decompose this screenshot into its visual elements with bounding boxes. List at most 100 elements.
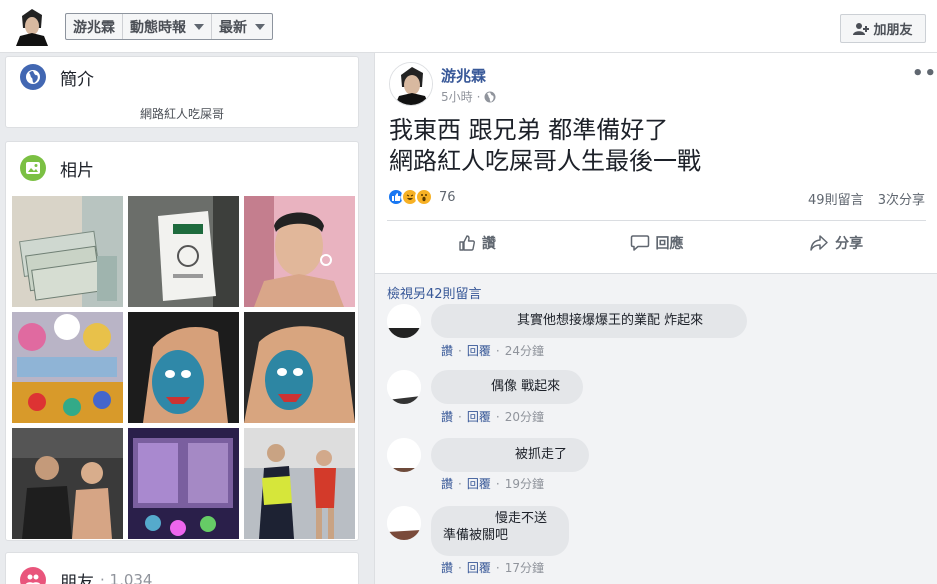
nav-latest-dropdown[interactable]: 最新: [212, 14, 272, 39]
like-button[interactable]: 讚: [387, 225, 567, 261]
post-message-line-1: 我東西 跟兄弟 都準備好了: [389, 116, 669, 144]
photo-thumbnail-two-men[interactable]: [12, 428, 123, 539]
profile-topbar: 游兆霖 動態時報 最新 加朋友: [0, 0, 937, 53]
post-meta: 5小時 ·: [441, 88, 496, 105]
post-timestamp[interactable]: 5小時: [441, 88, 473, 105]
comment-bubble: 被抓走了: [431, 438, 589, 472]
friends-card: 朋友 · 1,034: [5, 552, 359, 584]
separator: ·: [458, 561, 462, 575]
intro-card: 簡介 網路紅人吃屎哥: [5, 56, 359, 128]
post-author-name[interactable]: 游兆霖: [441, 65, 486, 86]
shares-count-link[interactable]: 3次分享: [878, 193, 925, 208]
comment-label: 回應: [655, 236, 684, 252]
timeline-post: 游兆霖 5小時 · ••• 我東西 跟兄弟 都準備好了 網路紅人吃屎哥人生最後一…: [374, 53, 937, 584]
comment-avatar[interactable]: [387, 304, 421, 338]
globe-icon[interactable]: [484, 91, 496, 103]
comment-text: 其實他想接爆爆王的業配 炸起來: [517, 313, 704, 328]
post-message: 我東西 跟兄弟 都準備好了 網路紅人吃屎哥人生最後一戰: [389, 115, 701, 177]
separator: ·: [495, 561, 500, 575]
photos-title: 相片: [60, 160, 94, 181]
comment-text-line-2: 準備被關吧: [443, 528, 509, 543]
share-arrow-icon: [810, 235, 828, 251]
reaction-count: 76: [439, 189, 456, 205]
comment-actions: 讚 · 回覆 · 20分鐘: [441, 408, 544, 425]
nav-latest-label: 最新: [219, 19, 247, 36]
post-author-avatar[interactable]: [389, 62, 433, 106]
add-friend-button[interactable]: 加朋友: [840, 14, 926, 43]
comment-avatar[interactable]: [387, 438, 421, 472]
globe-icon: [20, 64, 46, 90]
comment-like-link[interactable]: 讚: [441, 344, 453, 358]
comment-reply-link[interactable]: 回覆: [467, 344, 491, 358]
intro-bio: 網路紅人吃屎哥: [139, 107, 224, 121]
nav-profile-name[interactable]: 游兆霖: [66, 14, 123, 39]
photo-icon: [20, 155, 46, 181]
comment-bubble: 偶像 戰起來: [431, 370, 583, 404]
comment-actions: 讚 · 回覆 · 17分鐘: [441, 559, 544, 576]
separator: ·: [458, 410, 462, 424]
comment-text: 被抓走了: [515, 447, 568, 462]
comment-time[interactable]: 19分鐘: [505, 477, 544, 491]
separator: ·: [495, 344, 500, 358]
photos-card: 相片: [5, 141, 359, 541]
post-actions: 讚 回應 分享: [387, 225, 926, 261]
comment-like-link[interactable]: 讚: [441, 561, 453, 575]
comment-time[interactable]: 20分鐘: [505, 410, 544, 424]
add-friend-label: 加朋友: [873, 23, 913, 38]
photo-thumbnail-claw-machine[interactable]: [12, 312, 123, 423]
engagement-counts: 49則留言 3次分享: [798, 189, 925, 208]
photo-thumbnail-police[interactable]: [244, 428, 355, 539]
photo-thumbnail-tattoo-arm[interactable]: [128, 312, 239, 423]
profile-avatar[interactable]: [12, 6, 52, 46]
comment-time[interactable]: 24分鐘: [505, 344, 544, 358]
comment-actions: 讚 · 回覆 · 24分鐘: [441, 342, 544, 359]
post-options-icon[interactable]: •••: [912, 63, 937, 84]
separator: ·: [495, 477, 500, 491]
thumbs-up-icon: [459, 235, 475, 251]
comment-like-link[interactable]: 讚: [441, 410, 453, 424]
wow-reaction-icon: [415, 188, 433, 206]
photos-header[interactable]: 相片: [20, 155, 94, 181]
comment-actions: 讚 · 回覆 · 19分鐘: [441, 475, 544, 492]
separator: ·: [458, 477, 462, 491]
comment-button[interactable]: 回應: [567, 225, 747, 261]
chevron-down-icon: [194, 23, 204, 30]
comment-avatar[interactable]: [387, 370, 421, 404]
nav-timeline-dropdown[interactable]: 動態時報: [123, 14, 212, 39]
comments-section: 檢視另42則留言 其實他想接爆爆王的業配 炸起來 讚 · 回覆 · 24分鐘 偶像 戰起…: [375, 273, 937, 584]
friends-count: · 1,034: [100, 571, 153, 584]
comment-reply-link[interactable]: 回覆: [467, 477, 491, 491]
comment-time[interactable]: 17分鐘: [505, 561, 544, 575]
photo-thumbnail-bag[interactable]: [128, 196, 239, 307]
comment-text-line-1: 慢走不送: [495, 511, 548, 526]
chevron-down-icon: [255, 23, 265, 30]
view-more-comments-link[interactable]: 檢視另42則留言: [387, 283, 482, 302]
comment-bubble: 其實他想接爆爆王的業配 炸起來: [431, 304, 747, 338]
comments-count-link[interactable]: 49則留言: [808, 193, 864, 208]
speech-bubble-icon: [630, 235, 649, 251]
like-label: 讚: [481, 236, 496, 252]
comment-like-link[interactable]: 讚: [441, 477, 453, 491]
photo-thumbnail-arcade[interactable]: [128, 428, 239, 539]
timeline-nav: 游兆霖 動態時報 最新: [65, 13, 273, 40]
nav-timeline-label: 動態時報: [130, 19, 186, 36]
divider: [387, 220, 926, 221]
add-friend-icon: [853, 22, 870, 35]
friends-title: 朋友: [60, 572, 94, 584]
post-message-line-2: 網路紅人吃屎哥人生最後一戰: [389, 147, 701, 175]
share-button[interactable]: 分享: [746, 225, 926, 261]
photo-thumbnail-cash[interactable]: [12, 196, 123, 307]
comment-text: 偶像 戰起來: [491, 379, 561, 394]
photo-thumbnail-tattoo-arm-2[interactable]: [244, 312, 355, 423]
intro-title: 簡介: [60, 69, 94, 90]
separator: ·: [495, 410, 500, 424]
friends-header[interactable]: 朋友 · 1,034: [20, 567, 152, 584]
comment-avatar[interactable]: [387, 506, 421, 540]
reaction-summary[interactable]: 76: [387, 188, 456, 206]
meta-separator: ·: [476, 89, 481, 104]
intro-header: 簡介: [20, 64, 94, 90]
comment-reply-link[interactable]: 回覆: [467, 561, 491, 575]
friends-icon: [20, 567, 46, 584]
comment-reply-link[interactable]: 回覆: [467, 410, 491, 424]
photo-thumbnail-selfie[interactable]: [244, 196, 355, 307]
